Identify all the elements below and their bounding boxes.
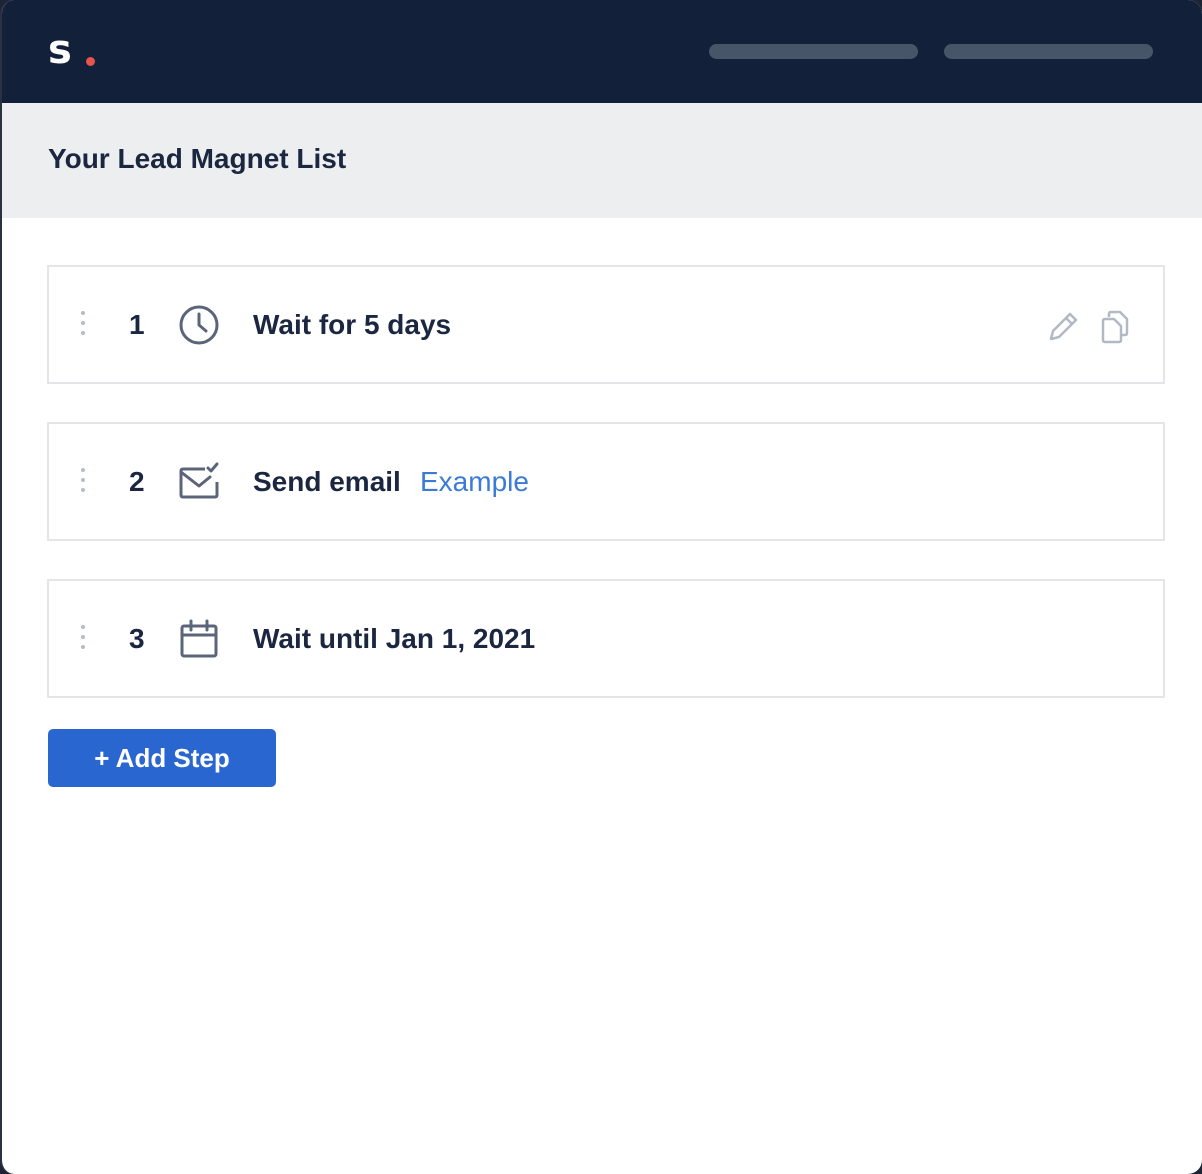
page-title: Your Lead Magnet List xyxy=(48,143,347,174)
step-number: 3 xyxy=(129,623,145,654)
drag-handle-icon[interactable] xyxy=(80,468,86,496)
top-navigation-bar: s xyxy=(2,0,1202,103)
drag-handle-icon[interactable] xyxy=(80,625,86,653)
step-label: Send email xyxy=(253,466,401,497)
nav-placeholder-item[interactable] xyxy=(944,44,1153,59)
brand-logo-dot xyxy=(86,57,95,66)
example-link[interactable]: Example xyxy=(420,462,529,502)
nav-placeholder-item[interactable] xyxy=(709,44,918,59)
email-check-icon xyxy=(179,462,219,499)
calendar-icon xyxy=(180,619,218,658)
step-card[interactable]: 1 Wait for 5 days xyxy=(47,265,1165,384)
step-number: 1 xyxy=(129,309,145,340)
copy-icon[interactable] xyxy=(1095,307,1135,347)
step-card[interactable]: 3 Wait until Jan 1, 2021 xyxy=(47,579,1165,698)
drag-handle-icon[interactable] xyxy=(80,311,86,339)
step-number: 2 xyxy=(129,466,145,497)
step-label: Wait for 5 days xyxy=(253,309,452,340)
clock-icon xyxy=(179,305,219,345)
step-card[interactable]: 2 Send email Example xyxy=(47,422,1165,541)
edit-icon[interactable] xyxy=(1043,307,1083,347)
app-window: s Your Lead Magnet List 1 Wait for 5 day… xyxy=(0,0,1202,1174)
step-label: Wait until Jan 1, 2021 xyxy=(253,623,536,654)
add-step-button[interactable]: + Add Step xyxy=(48,729,276,787)
brand-logo[interactable]: s xyxy=(48,24,72,76)
